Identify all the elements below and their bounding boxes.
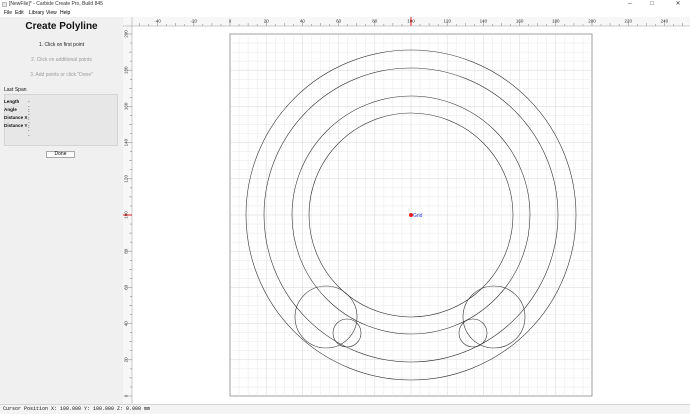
title-bar: [NewFile]* - Carbide Create Pro, Build 8… [0,0,690,9]
done-button[interactable]: Done [46,151,75,158]
design-canvas[interactable]: -40-200204060801001201401601802002202402… [123,17,690,404]
top-ruler-label: -20 [191,19,198,24]
minimize-button[interactable]: ─ [624,0,636,9]
left-ruler [123,17,132,404]
grid-label: Grid [413,213,423,219]
top-ruler-label: 160 [516,19,524,24]
cursor-position-readout: Cursor Position X: 100.000 Y: 100.000 Z:… [3,406,151,412]
menu-view[interactable]: View [46,9,57,17]
step-1: 1. Click on first point [38,42,85,48]
app-icon [2,2,7,7]
top-ruler-label: 60 [336,19,342,24]
left-ruler-label: 20 [124,357,129,363]
step-3: 3. Add points or click "Done" [30,72,93,78]
left-ruler-label: 140 [124,138,129,146]
top-ruler-label: 80 [372,19,378,24]
step-2: 2. Click on additional points [31,57,92,63]
top-ruler-label: 20 [264,19,270,24]
left-ruler-label: 160 [124,102,129,110]
status-bar: Cursor Position X: 100.000 Y: 100.000 Z:… [0,404,690,414]
menu-file[interactable]: File [4,9,12,17]
top-ruler-label: 40 [300,19,306,24]
length-key: Length [4,99,20,104]
left-ruler-label: 180 [124,66,129,74]
distance-x-key: Distance X [4,115,28,120]
left-ruler-label: 200 [124,30,129,38]
distance-y-key: Distance Y [4,123,28,128]
left-ruler-label: 60 [124,284,129,290]
top-ruler-label: 200 [588,19,596,24]
top-ruler-label: 220 [624,19,632,24]
maximize-button[interactable]: □ [646,0,658,9]
distance-y-value: --- [28,123,30,138]
top-ruler-label: 180 [552,19,560,24]
canvas-svg[interactable]: -40-200204060801001201401601802002202402… [123,17,690,404]
menu-edit[interactable]: Edit [15,9,24,17]
top-ruler-label: 140 [480,19,488,24]
left-ruler-label: 40 [124,321,129,327]
last-span-label: Last Span [4,87,27,93]
panel-heading: Create Polyline [25,21,98,32]
menu-library[interactable]: Library [29,9,44,17]
left-ruler-label: 120 [124,175,129,183]
top-ruler-label: 240 [661,19,669,24]
window-title: [NewFile]* - Carbide Create Pro, Build 8… [9,1,103,7]
angle-key: Angle [4,107,17,112]
tool-panel: Create Polyline 1. Click on first point … [0,17,124,404]
menu-help[interactable]: Help [60,9,70,17]
top-ruler-label: 120 [443,19,451,24]
menu-bar: File Edit Library View Help [0,9,690,17]
top-ruler-label: -40 [154,19,161,24]
close-button[interactable]: ✕ [672,0,684,9]
left-ruler-label: 80 [124,248,129,254]
